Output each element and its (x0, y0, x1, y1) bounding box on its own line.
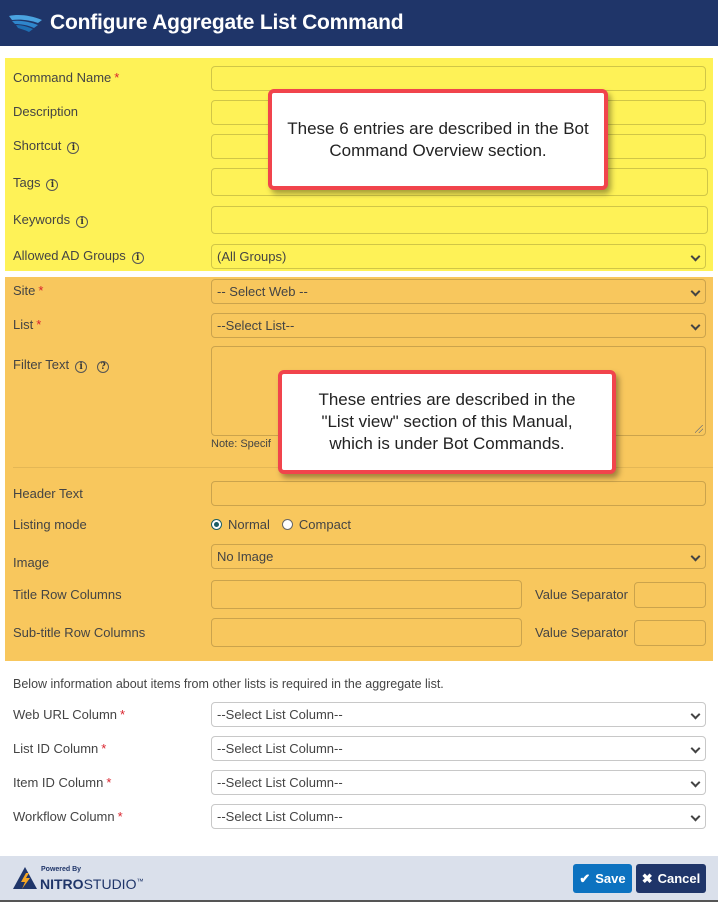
select-value: --Select List Column-- (217, 707, 343, 722)
image-label: Image (13, 555, 50, 570)
subtitle-value-separator-input[interactable] (634, 620, 706, 646)
site-select[interactable]: -- Select Web -- (211, 279, 706, 304)
header-text-input[interactable] (211, 481, 706, 506)
command-name-input[interactable] (211, 66, 706, 91)
info-icon[interactable]: i (46, 179, 59, 191)
help-icon[interactable]: ? (97, 361, 110, 373)
select-value: --Select List Column-- (217, 775, 343, 790)
subtitle-row-columns-input[interactable] (211, 618, 522, 647)
wing-logo-icon (9, 15, 42, 32)
required-marker: * (120, 707, 126, 722)
filter-text-label: Filter Text i? (13, 357, 110, 373)
footer-bar: Powered By NITROSTUDIO™ ✔ Save ✖ Cancel (0, 856, 718, 902)
list-id-column-select[interactable]: --Select List Column-- (211, 736, 706, 761)
required-marker: * (114, 70, 120, 85)
powered-by-text: Powered By (41, 866, 82, 873)
web-url-column-label: Web URL Column * (13, 707, 126, 722)
nitro-triangle-bolt-icon (13, 867, 37, 889)
brand-name: NITROSTUDIO™ (40, 876, 144, 892)
subtitle-value-separator-label: Value Separator (535, 625, 628, 640)
close-icon: ✖ (641, 870, 653, 886)
select-value: -- Select Web -- (217, 284, 308, 299)
info-icon[interactable]: i (76, 216, 89, 228)
keywords-label: Keywords i (13, 212, 89, 228)
resize-handle-icon[interactable] (695, 425, 703, 433)
site-label: Site * (13, 283, 44, 298)
workflow-column-label: Workflow Column * (13, 809, 123, 824)
radio-compact-label[interactable]: Compact (299, 517, 351, 532)
image-select[interactable]: No Image (211, 544, 706, 569)
info-icon[interactable]: i (67, 142, 80, 154)
select-value: --Select List Column-- (217, 741, 343, 756)
select-value: --Select List Column-- (217, 809, 343, 824)
subtitle-row-columns-label: Sub-title Row Columns (13, 625, 146, 640)
required-marker: * (36, 317, 42, 332)
nitro-studio-logo: Powered By NITROSTUDIO™ (12, 866, 160, 892)
required-marker: * (38, 283, 44, 298)
select-value: --Select List-- (217, 318, 295, 333)
cancel-button[interactable]: ✖ Cancel (636, 864, 706, 893)
listing-mode-radio-group: Normal Compact (211, 517, 363, 532)
item-id-column-select[interactable]: --Select List Column-- (211, 770, 706, 795)
web-url-column-select[interactable]: --Select List Column-- (211, 702, 706, 727)
info-icon[interactable]: i (131, 252, 144, 264)
allowed-ad-groups-label: Allowed AD Groups i (13, 248, 144, 264)
check-icon: ✔ (579, 870, 591, 886)
tags-label: Tags i (13, 175, 59, 191)
description-label: Description (13, 104, 79, 119)
list-select[interactable]: --Select List-- (211, 313, 706, 338)
callout-list-view: These entries are described in the "List… (278, 370, 616, 474)
filter-note: Note: Specif (211, 438, 271, 450)
required-marker: * (117, 809, 123, 824)
callout-general: These 6 entries are described in the Bot… (268, 89, 608, 190)
keywords-input[interactable] (211, 206, 708, 234)
title-value-separator-label: Value Separator (535, 587, 628, 602)
workflow-column-select[interactable]: --Select List Column-- (211, 804, 706, 829)
listing-mode-label: Listing mode (13, 517, 87, 532)
dialog-title: Configure Aggregate List Command (50, 11, 404, 34)
radio-normal-label[interactable]: Normal (228, 517, 270, 532)
callout-list-view-text: These entries are described in the "List… (318, 390, 576, 453)
allowed-ad-groups-select[interactable]: (All Groups) (211, 244, 706, 269)
required-marker: * (101, 741, 107, 756)
item-id-column-label: Item ID Column * (13, 775, 112, 790)
command-name-label: Command Name * (13, 70, 120, 85)
title-row-columns-input[interactable] (211, 580, 522, 609)
header-text-label: Header Text (13, 486, 83, 501)
list-label: List * (13, 317, 42, 332)
callout-general-text: These 6 entries are described in the Bot… (287, 118, 589, 160)
select-value: No Image (217, 549, 274, 564)
title-bar: Configure Aggregate List Command (0, 0, 718, 46)
shortcut-label: Shortcut i (13, 138, 80, 154)
required-marker: * (106, 775, 112, 790)
select-value: (All Groups) (217, 249, 287, 264)
list-id-column-label: List ID Column * (13, 741, 107, 756)
title-row-columns-label: Title Row Columns (13, 587, 122, 602)
title-value-separator-input[interactable] (634, 582, 706, 608)
aggregate-info-text: Below information about items from other… (13, 677, 444, 691)
radio-normal[interactable] (211, 519, 222, 530)
info-icon[interactable]: i (75, 361, 88, 373)
save-button[interactable]: ✔ Save (573, 864, 632, 893)
radio-compact[interactable] (281, 519, 293, 530)
